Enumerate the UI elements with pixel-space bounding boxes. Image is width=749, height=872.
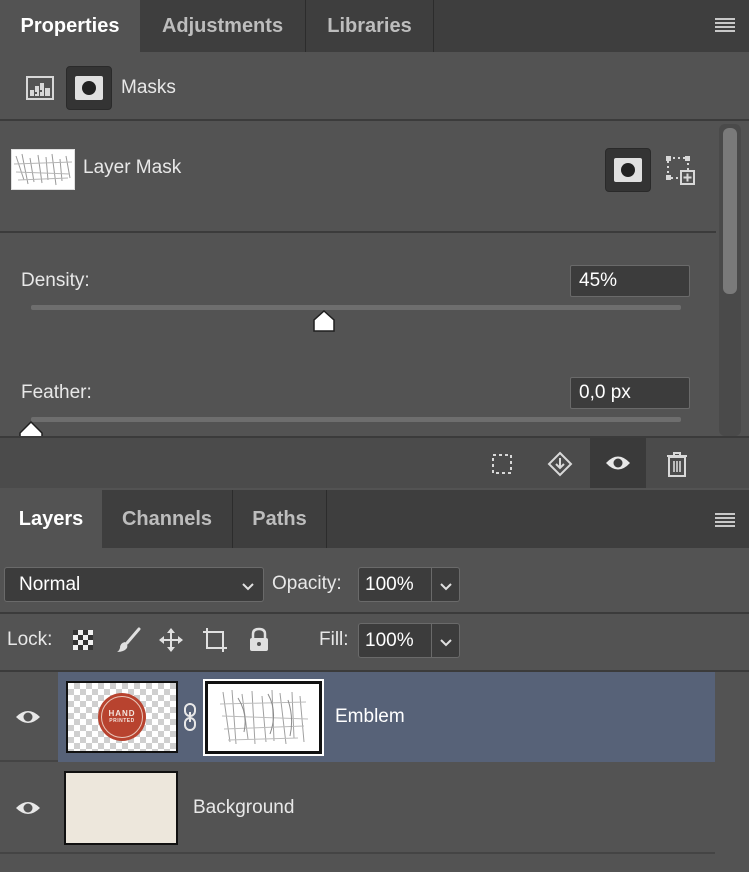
divider (0, 119, 749, 121)
emblem-logo: HAND PRINTED (98, 693, 146, 741)
opacity-label: Opacity: (272, 573, 342, 594)
layer-thumbnail-emblem: HAND PRINTED (66, 681, 178, 753)
eye-icon[interactable] (15, 799, 41, 822)
feather-label: Feather: (21, 382, 92, 403)
lock-all-icon[interactable] (245, 624, 273, 656)
layer-thumbnail-background (64, 771, 178, 845)
tab-adjustments[interactable]: Adjustments (140, 0, 306, 52)
vector-mask-icon[interactable] (66, 66, 112, 110)
fill-input[interactable]: 100% (358, 623, 460, 658)
divider (0, 231, 716, 233)
fill-value: 100% (365, 629, 414, 651)
chain-link-icon[interactable] (183, 703, 197, 736)
lock-label: Lock: (7, 629, 53, 650)
layer-visibility-cell (0, 762, 58, 854)
layer-row-background[interactable]: Background (58, 762, 715, 854)
eye-icon[interactable] (15, 708, 41, 731)
pixel-mask-icon[interactable] (22, 70, 58, 106)
delete-mask-icon[interactable] (662, 448, 692, 480)
tab-channels[interactable]: Channels (102, 490, 233, 548)
masks-label: Masks (121, 77, 176, 98)
apply-mask-icon[interactable] (544, 448, 576, 480)
properties-menu-icon[interactable] (715, 18, 735, 32)
properties-scrollbar-thumb[interactable] (723, 128, 737, 294)
layer-row-emblem[interactable]: HAND PRINTED Emblem (58, 672, 715, 762)
layer-name-emblem[interactable]: Emblem (335, 706, 405, 728)
add-vector-mask-icon[interactable] (662, 152, 698, 188)
tab-libraries[interactable]: Libraries (306, 0, 434, 52)
tab-layers[interactable]: Layers (0, 490, 102, 548)
chevron-down-icon[interactable] (439, 633, 453, 655)
density-label: Density: (21, 270, 90, 291)
layers-menu-icon[interactable] (715, 513, 735, 527)
lock-artboard-icon[interactable] (200, 625, 230, 655)
lock-transparent-pixels-icon[interactable] (70, 627, 96, 653)
chevron-down-icon[interactable] (439, 577, 453, 599)
divider (431, 568, 432, 601)
fill-label: Fill: (319, 629, 349, 650)
density-slider-track[interactable] (31, 305, 681, 310)
lock-image-pixels-icon[interactable] (113, 625, 143, 655)
feather-slider-track[interactable] (31, 417, 681, 422)
load-selection-icon[interactable] (488, 450, 516, 478)
blend-mode-dropdown[interactable]: Normal (4, 567, 264, 602)
feather-input[interactable]: 0,0 px (570, 377, 690, 409)
chevron-down-icon (241, 577, 255, 599)
opacity-input[interactable]: 100% (358, 567, 460, 602)
properties-tab-bar: Properties Adjustments Libraries (0, 0, 749, 52)
divider (0, 612, 749, 614)
layer-visibility-cell (0, 672, 58, 762)
layer-mask-label: Layer Mask (83, 157, 182, 178)
density-input[interactable]: 45% (570, 265, 690, 297)
tab-properties[interactable]: Properties (0, 0, 140, 52)
layers-scroll-gutter (715, 672, 749, 872)
layer-mask-thumbnail (11, 149, 75, 190)
layers-tab-bar: Layers Channels Paths (0, 490, 749, 548)
opacity-value: 100% (365, 573, 414, 595)
blend-mode-value: Normal (19, 573, 81, 595)
add-pixel-mask-icon[interactable] (605, 148, 651, 192)
toggle-mask-visibility-icon[interactable] (590, 438, 646, 488)
tab-paths[interactable]: Paths (233, 490, 327, 548)
density-slider-thumb[interactable] (312, 309, 336, 333)
layer-mask-thumbnail-emblem[interactable] (203, 679, 324, 756)
lock-position-icon[interactable] (156, 625, 186, 655)
properties-bottom-toolbar (0, 436, 749, 488)
divider (431, 624, 432, 657)
layer-name-background[interactable]: Background (193, 797, 294, 819)
